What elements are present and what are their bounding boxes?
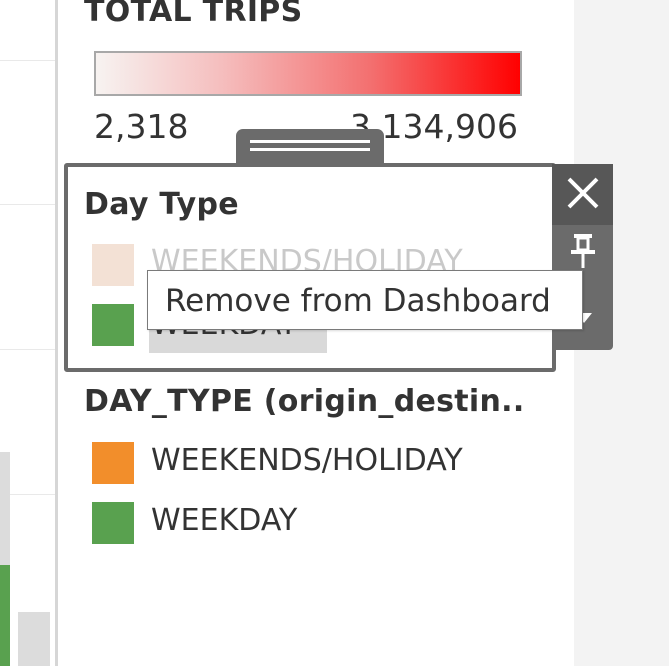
- tooltip: Remove from Dashboard: [147, 270, 583, 330]
- legend-swatch-weekends-holiday[interactable]: [92, 442, 134, 484]
- ramp-min-label: 2,318: [94, 107, 189, 146]
- gridline: [0, 204, 55, 205]
- legend-swatch-weekday[interactable]: [92, 502, 134, 544]
- bar-green[interactable]: [0, 565, 10, 666]
- legend-swatch-weekends-holiday[interactable]: [92, 244, 134, 286]
- move-handle[interactable]: [236, 129, 384, 167]
- day-type-legend-title: Day Type: [84, 187, 239, 222]
- legend-swatch-weekday[interactable]: [92, 304, 134, 346]
- remove-from-dashboard-button[interactable]: [552, 164, 613, 225]
- close-icon: [566, 176, 600, 214]
- gridline: [0, 349, 55, 350]
- total-trips-legend-title: TOTAL TRIPS: [84, 0, 303, 29]
- color-ramp: [94, 51, 522, 96]
- grip-line: [250, 148, 370, 151]
- pin-icon: [568, 232, 598, 274]
- od-legend-title: DAY_TYPE (origin_destin..: [84, 384, 525, 419]
- grip-line: [250, 140, 370, 143]
- viz-area[interactable]: [0, 0, 55, 666]
- gridline: [0, 60, 55, 61]
- bar-gray[interactable]: [18, 612, 50, 666]
- panel-divider: [55, 0, 58, 666]
- legend-label-weekday[interactable]: WEEKDAY: [151, 503, 297, 538]
- legend-label-weekends-holiday[interactable]: WEEKENDS/HOLIDAY: [151, 443, 463, 478]
